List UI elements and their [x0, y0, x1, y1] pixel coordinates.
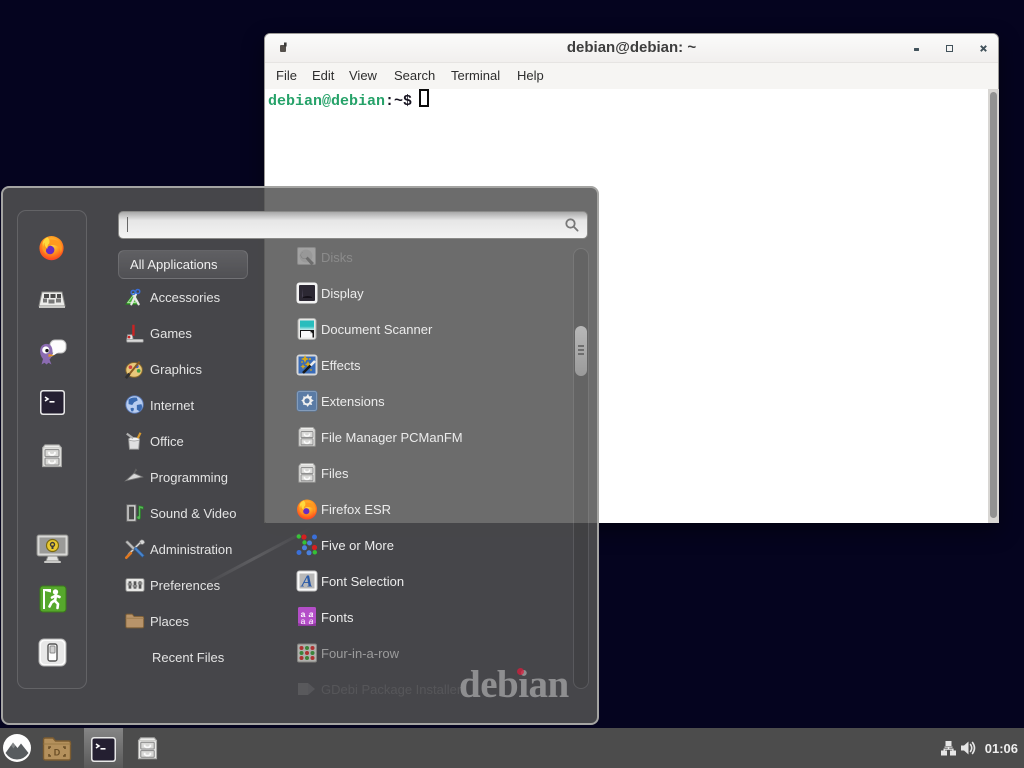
svg-text:A: A	[300, 572, 312, 591]
svg-text:a: a	[301, 616, 306, 626]
svg-text:D: D	[54, 748, 61, 758]
svg-text:a: a	[309, 616, 314, 626]
